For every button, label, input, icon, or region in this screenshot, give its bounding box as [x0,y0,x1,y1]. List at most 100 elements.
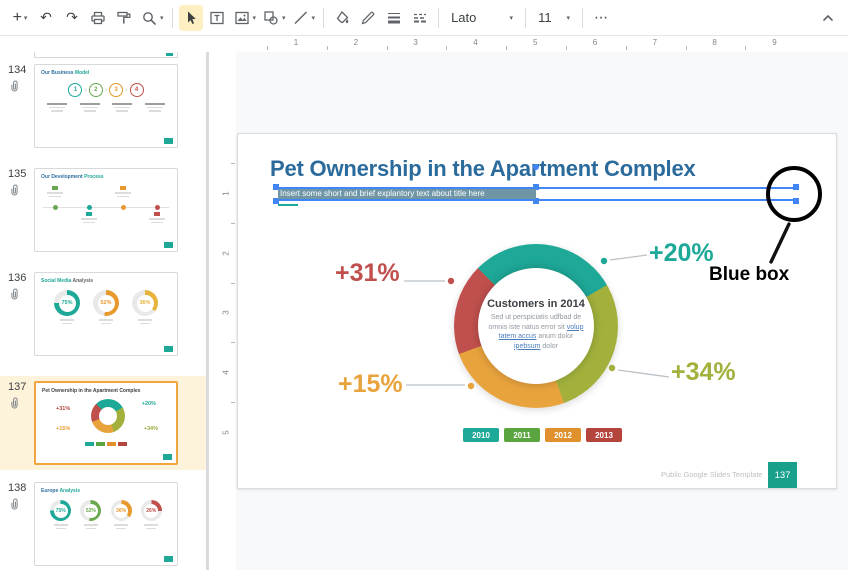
ruler-row: 123456789 [0,36,848,52]
slide-thumbnail[interactable]: Our Business Model1›2›3›4 [34,64,178,148]
toolbar: + ▾ ↶ ↷ ▾ ▾ ▾ [0,0,848,36]
thumb-legend-chip [96,442,105,446]
chevron-down-icon: ▾ [312,14,316,22]
callout-dot [609,365,615,371]
font-family-select[interactable]: Lato ▾ [445,5,519,31]
timeline-dot [155,205,160,210]
zoom-button[interactable]: ▾ [138,5,166,31]
ruler-tick [231,342,235,343]
slide-thumbnail[interactable]: Our Development Process [34,168,178,252]
filmstrip-item-136[interactable]: 136Social Media Analysis75%52%36% [0,272,206,356]
thumb-legend-chip [107,442,116,446]
legend-item[interactable]: 2011 [504,428,540,442]
insert-image-button[interactable]: ▾ [231,5,259,31]
legend-item[interactable]: 2010 [463,428,499,442]
slide-number-column: 138 [0,482,34,566]
border-weight-button[interactable] [382,5,406,31]
text-placeholder [138,319,152,321]
annotation-pointer-line [771,224,789,262]
text-placeholder [144,524,158,526]
chevron-down-icon: ▾ [510,14,514,22]
text-placeholder [116,528,126,530]
font-size-select[interactable]: 11 ▾ [532,5,576,31]
filmstrip-item-137[interactable]: 137Pet Ownership in the Apartment Comple… [0,376,206,470]
google-slides-app: + ▾ ↶ ↷ ▾ ▾ ▾ [0,0,848,570]
paint-format-button[interactable] [112,5,136,31]
ruler-tick [231,163,235,164]
line-button[interactable]: ▾ [290,5,318,31]
horizontal-ruler[interactable]: 123456789 [222,36,848,52]
font-family-value: Lato [451,10,476,25]
text-placeholder [49,196,61,198]
redo-icon: ↷ [66,10,78,26]
thumbnail-title: Our Development Process [41,174,171,180]
rotation-handle[interactable] [533,164,539,170]
new-slide-button[interactable]: + ▾ [8,5,32,31]
text-placeholder [84,110,96,112]
undo-button[interactable]: ↶ [34,5,58,31]
text-placeholder [62,323,72,325]
shape-button[interactable]: ▾ [260,5,288,31]
slide-title[interactable]: Pet Ownership in the Apartment Complex [270,156,696,182]
filmstrip[interactable]: 134Our Business Model1›2›3›4 135 Our Devel… [0,52,206,570]
text-box-button[interactable] [205,5,229,31]
thumbnail-title: Pet Ownership in the Apartment Complex [42,388,170,394]
ruler-tick [231,283,235,284]
thumb-callout: +15% [56,426,70,432]
vertical-ruler[interactable]: 12345 [222,52,236,570]
callout-label[interactable]: +34% [671,359,736,385]
toolbar-divider [582,8,583,28]
filmstrip-scrollbar[interactable] [206,52,209,570]
thumbnail-page-chip [164,242,173,248]
slide-page-number: 137 [768,462,797,488]
canvas-area: 12345 Pet Ownership in the Apartment Com… [222,52,848,570]
mini-donut: 36% [111,500,132,521]
text-placeholder [80,103,100,105]
callout-label[interactable]: +20% [649,240,714,266]
border-color-button[interactable] [356,5,380,31]
print-button[interactable] [86,5,110,31]
collapse-toolbar-button[interactable] [816,5,840,31]
thumbnail-title-part: Analysis [73,278,94,284]
legend-item[interactable]: 2013 [586,428,622,442]
timeline-dot [87,205,92,210]
slide-thumbnail-partial [34,52,178,58]
text-placeholder [99,319,113,321]
fill-color-button[interactable] [330,5,354,31]
callout-label[interactable]: +15% [338,371,403,397]
image-icon [233,9,251,27]
text-placeholder [112,103,132,105]
slide-number: 135 [8,168,34,180]
donut-value: 36% [111,500,132,521]
ruler-number: 7 [653,38,657,47]
step-circle: 1 [68,83,82,97]
slide-canvas[interactable]: Pet Ownership in the Apartment Complex I… [237,133,837,489]
filmstrip-item-138[interactable]: 138Europe Analysis75%52%36%26% [0,482,206,566]
slide-thumbnail[interactable]: Social Media Analysis75%52%36% [34,272,178,356]
spellcheck-underline [278,204,298,206]
more-options-button[interactable]: ⋯ [589,5,613,31]
filmstrip-item-134[interactable]: 134Our Business Model1›2›3›4 [0,64,206,148]
selection-box[interactable]: Insert some short and brief explantory t… [276,187,796,201]
mini-donut [91,399,125,433]
slide-subtitle[interactable]: Insert some short and brief explantory t… [278,189,536,199]
callout-label[interactable]: +31% [335,260,400,286]
chevron-down-icon: ▾ [567,14,571,22]
donut-value: 26% [141,500,162,521]
text-placeholder [115,192,131,194]
slide-thumbnail[interactable]: Europe Analysis75%52%36%26% [34,482,178,566]
donut-value: 75% [54,290,80,316]
filmstrip-item-135[interactable]: 135 Our Development Process [0,168,206,252]
select-tool-button[interactable] [179,5,203,31]
timeline-flag [52,186,58,190]
more-icon: ⋯ [594,10,608,26]
legend-item[interactable]: 2012 [545,428,581,442]
border-dash-button[interactable] [408,5,432,31]
text-placeholder [101,323,111,325]
workspace: 134Our Business Model1›2›3›4 135 Our Devel… [0,52,848,570]
thumbnail-page-chip [164,556,173,562]
redo-button[interactable]: ↷ [60,5,84,31]
slide-thumbnail[interactable]: Pet Ownership in the Apartment Complex+3… [34,381,178,465]
toolbar-divider [438,8,439,28]
text-placeholder [51,110,63,112]
